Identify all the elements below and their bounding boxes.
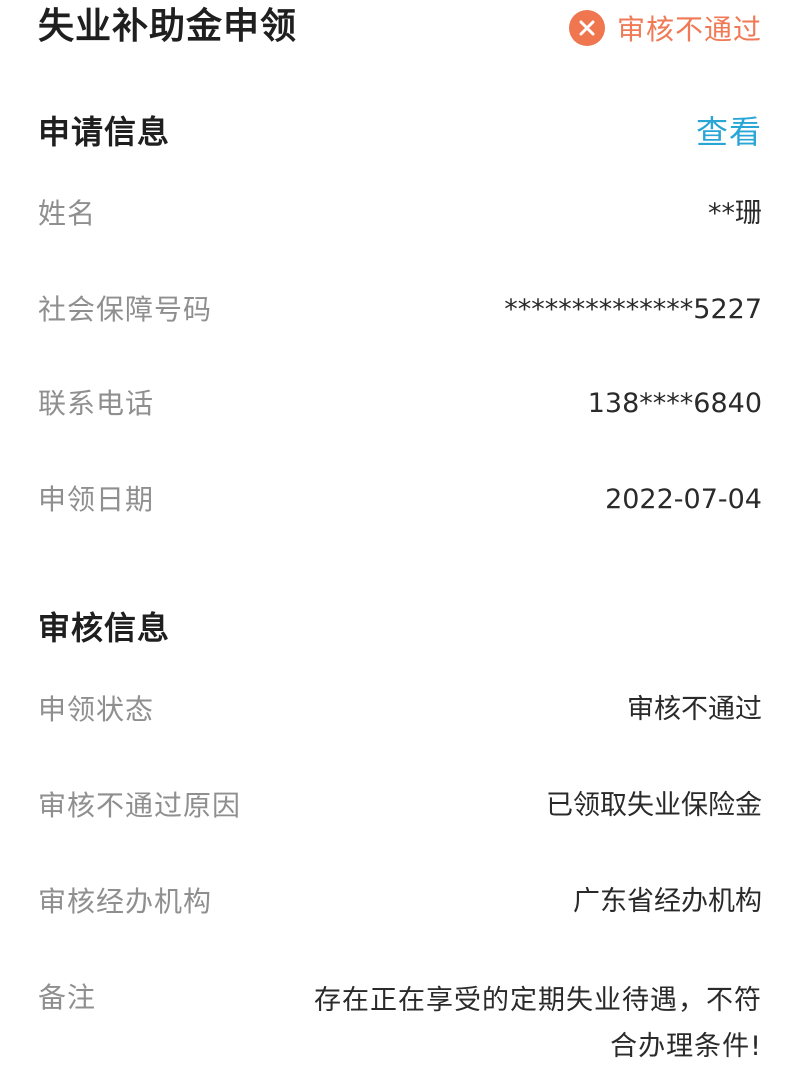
application-section-title: 申请信息	[38, 113, 171, 151]
info-row-date: 申领日期 2022-07-04	[38, 480, 762, 524]
row-value: 存在正在享受的定期失业待遇，不符合办理条件!	[314, 985, 762, 1062]
row-value: **珊	[708, 198, 762, 229]
row-label: 备注	[38, 981, 97, 1014]
info-row-ssn: 社会保障号码 **************5227	[38, 290, 762, 334]
row-label: 申领日期	[38, 483, 155, 516]
review-row-status: 申领状态 审核不通过	[38, 690, 762, 734]
row-value: 审核不通过	[627, 694, 762, 725]
close-circle-icon	[568, 10, 605, 46]
row-label: 姓名	[38, 197, 97, 230]
row-label: 审核不通过原因	[38, 789, 242, 822]
info-row-name: 姓名 **珊	[38, 194, 762, 238]
row-value: 广东省经办机构	[573, 886, 762, 917]
row-label: 联系电话	[38, 387, 155, 420]
row-value: 138****6840	[587, 388, 762, 419]
page-title: 失业补助金申领	[38, 6, 298, 47]
row-label: 申领状态	[38, 693, 155, 726]
status-badge: 审核不通过	[568, 8, 762, 48]
review-row-reason: 审核不通过原因 已领取失业保险金	[38, 786, 762, 830]
row-label: 社会保障号码	[38, 293, 213, 326]
row-value: 已领取失业保险金	[546, 790, 762, 821]
page-header: 失业补助金申领 审核不通过	[0, 0, 800, 60]
review-section-title: 审核信息	[38, 609, 171, 647]
info-row-phone: 联系电话 138****6840	[38, 384, 762, 428]
review-row-agency: 审核经办机构 广东省经办机构	[38, 882, 762, 926]
status-text: 审核不通过	[616, 13, 762, 46]
row-value: 2022-07-04	[605, 484, 762, 515]
row-label: 审核经办机构	[38, 885, 213, 918]
review-row-remark: 备注 存在正在享受的定期失业待遇，不符合办理条件!	[38, 978, 762, 1066]
row-value: **************5227	[504, 294, 762, 325]
view-link[interactable]: 查看	[696, 112, 762, 152]
